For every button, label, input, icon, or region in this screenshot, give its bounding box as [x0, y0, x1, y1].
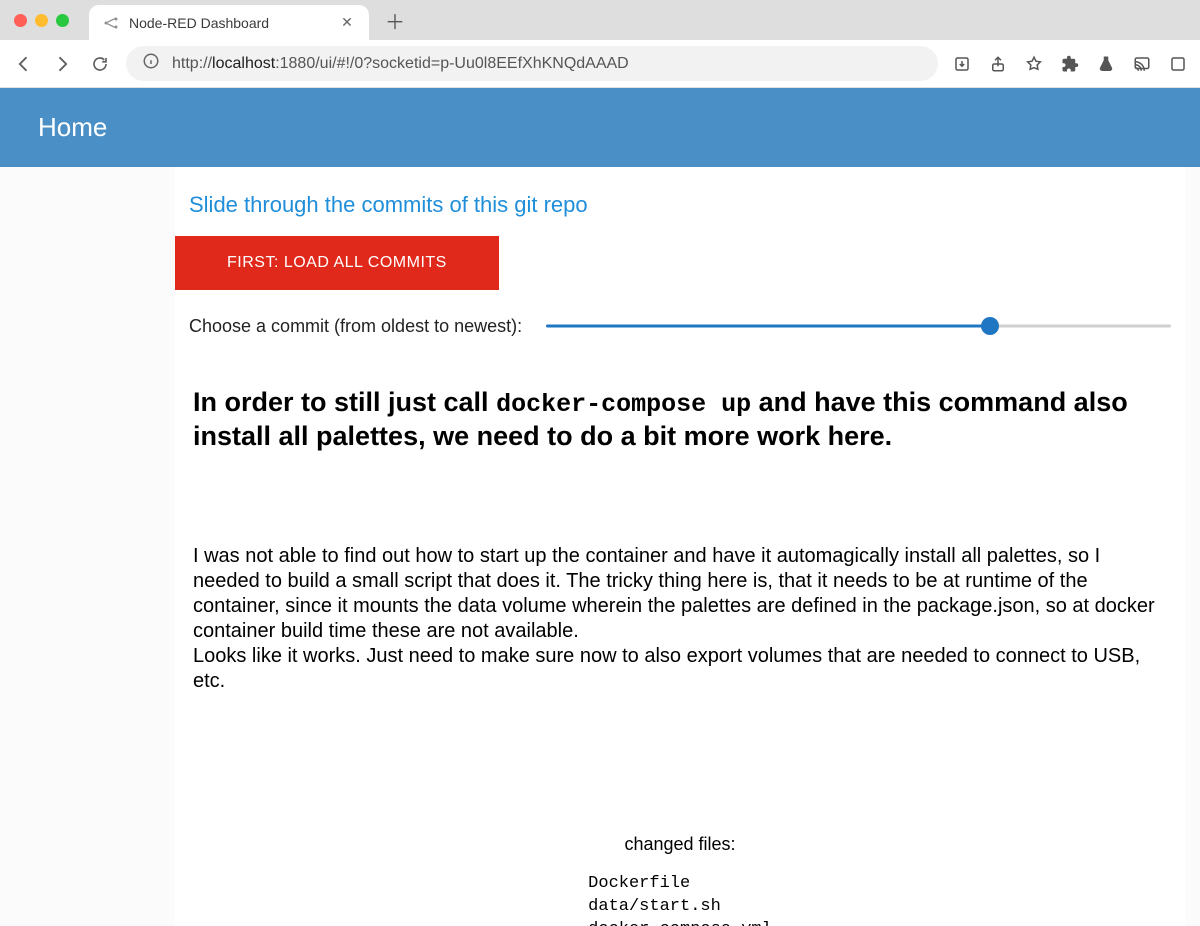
reload-button[interactable] [88, 52, 112, 76]
commit-slider-row: Choose a commit (from oldest to newest): [175, 310, 1185, 366]
load-commits-button[interactable]: FIRST: LOAD ALL COMMITS [175, 236, 499, 290]
window-close-button[interactable] [14, 14, 27, 27]
changed-files-label: changed files: [193, 834, 1167, 855]
share-icon[interactable] [988, 54, 1008, 74]
extensions-icon[interactable] [1060, 54, 1080, 74]
commit-body: I was not able to find out how to start … [193, 544, 1167, 694]
cast-icon[interactable] [1132, 54, 1152, 74]
commit-details: In order to still just call docker-compo… [175, 366, 1185, 926]
window-zoom-button[interactable] [56, 14, 69, 27]
page-body: Home Slide through the commits of this g… [0, 88, 1200, 926]
slider-label: Choose a commit (from oldest to newest): [189, 316, 522, 337]
install-app-icon[interactable] [952, 54, 972, 74]
tab-title: Node-RED Dashboard [129, 15, 329, 31]
url-input[interactable]: http://localhost:1880/ui/#!/0?socketid=p… [126, 46, 938, 81]
commit-body-p2: Looks like it works. Just need to make s… [193, 644, 1167, 694]
commit-body-p1: I was not able to find out how to start … [193, 544, 1167, 644]
bookmark-star-icon[interactable] [1024, 54, 1044, 74]
labs-icon[interactable] [1096, 54, 1116, 74]
window-minimize-button[interactable] [35, 14, 48, 27]
changed-file: docker-compose.yml [588, 919, 772, 926]
tab-favicon [103, 15, 119, 31]
forward-button[interactable] [50, 52, 74, 76]
tab-strip: Node-RED Dashboard ✕ ＋ [0, 0, 1200, 40]
url-host: localhost [212, 55, 275, 72]
new-tab-button[interactable]: ＋ [381, 6, 409, 34]
toolbar-icons [952, 54, 1188, 74]
dashboard-card: Slide through the commits of this git re… [175, 167, 1185, 926]
card-title: Slide through the commits of this git re… [175, 192, 1185, 236]
site-info-icon[interactable] [142, 52, 160, 75]
app-header: Home [0, 88, 1200, 167]
commit-title: In order to still just call docker-compo… [193, 386, 1167, 454]
commit-title-code: docker-compose up [496, 390, 751, 419]
commit-slider[interactable] [546, 314, 1171, 338]
url-scheme: http:// [172, 55, 212, 72]
browser-chrome: Node-RED Dashboard ✕ ＋ http://localhost:… [0, 0, 1200, 88]
changed-file: Dockerfile [588, 873, 772, 896]
commit-title-pre: In order to still just call [193, 387, 496, 417]
changed-files-list: Dockerfiledata/start.shdocker-compose.ym… [588, 873, 772, 926]
address-bar: http://localhost:1880/ui/#!/0?socketid=p… [0, 40, 1200, 88]
slider-thumb[interactable] [981, 317, 999, 335]
profile-icon[interactable] [1168, 54, 1188, 74]
url-path: :1880/ui/#!/0?socketid=p-Uu0l8EEfXhKNQdA… [275, 55, 629, 72]
slider-fill [546, 325, 990, 328]
tab-close-button[interactable]: ✕ [339, 14, 355, 31]
window-controls [14, 14, 69, 27]
changed-files: changed files: Dockerfiledata/start.shdo… [193, 834, 1167, 926]
changed-file: data/start.sh [588, 896, 772, 919]
app-title: Home [38, 112, 107, 142]
url-text: http://localhost:1880/ui/#!/0?socketid=p… [172, 55, 922, 73]
browser-tab[interactable]: Node-RED Dashboard ✕ [89, 5, 369, 40]
back-button[interactable] [12, 52, 36, 76]
